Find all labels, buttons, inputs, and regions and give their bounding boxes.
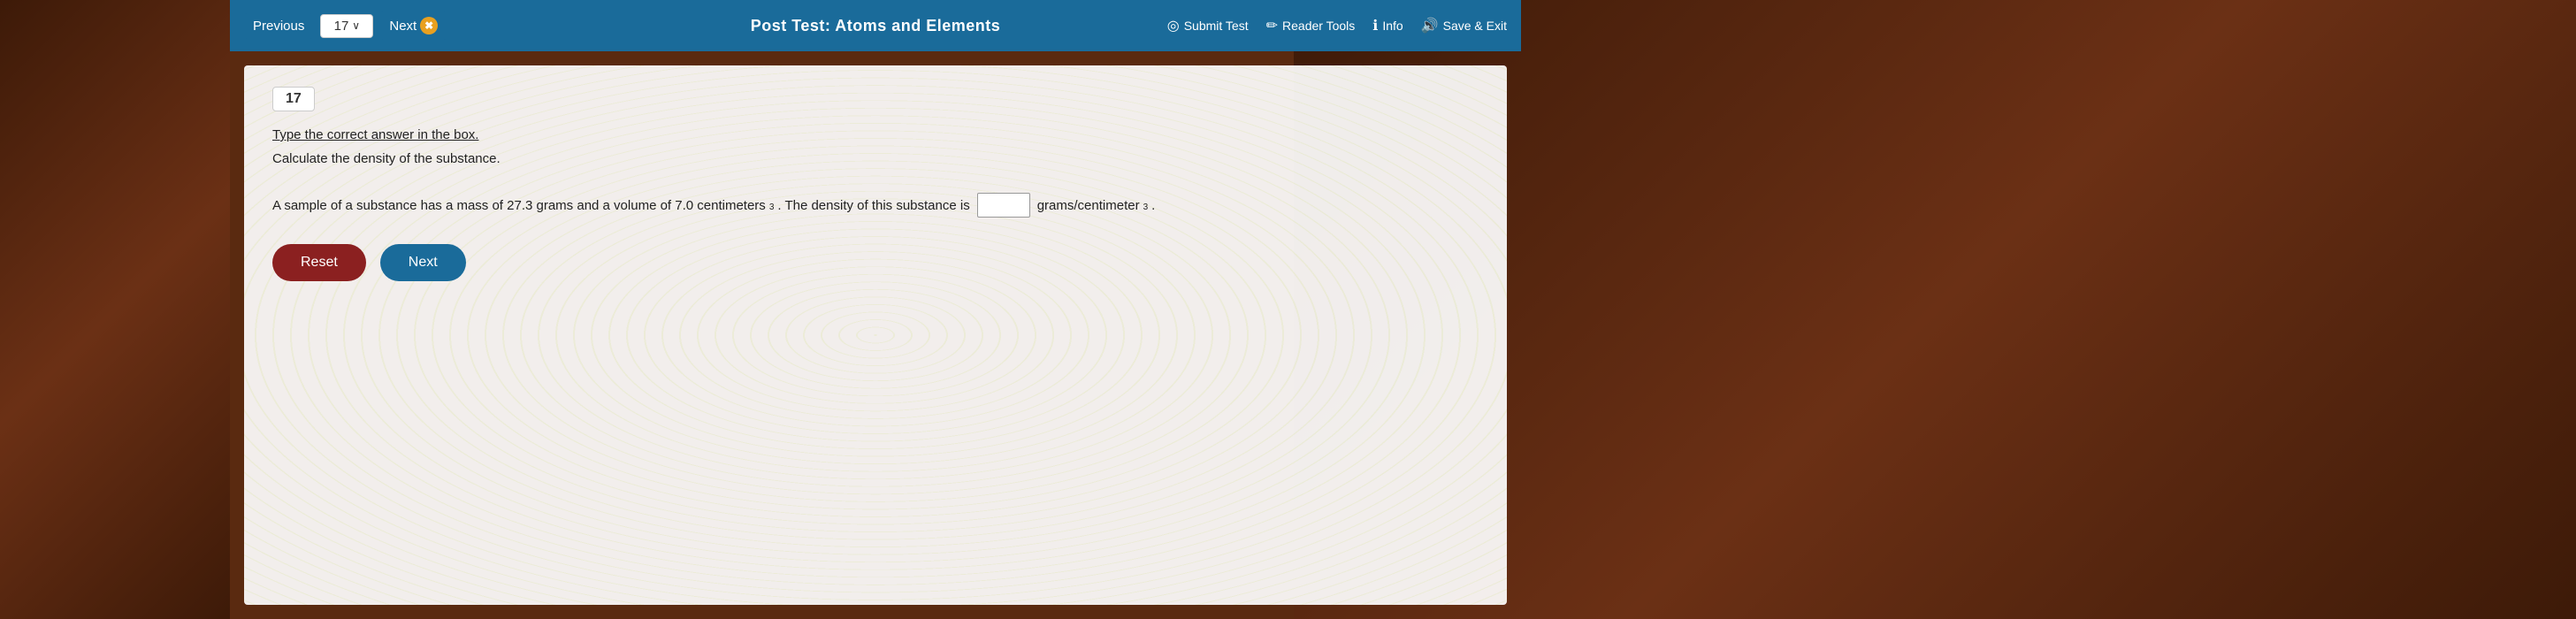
problem-line: A sample of a substance has a mass of 27…: [272, 193, 1479, 218]
info-icon: ℹ: [1372, 17, 1378, 34]
unit-exponent: 3: [1143, 203, 1149, 212]
reset-button[interactable]: Reset: [272, 244, 366, 281]
top-nav: Previous 17 ∨ Next ✖ Post Test: Atoms an…: [230, 0, 1521, 51]
next-icon: ✖: [420, 17, 438, 34]
buttons-row: Reset Next: [272, 244, 1479, 281]
submit-test-label: Submit Test: [1184, 19, 1249, 33]
previous-button[interactable]: Previous: [244, 13, 313, 39]
problem-part1: A sample of a substance has a mass of 27…: [272, 198, 766, 213]
info-button[interactable]: ℹ Info: [1372, 17, 1403, 34]
next-nav-button[interactable]: Next ✖: [380, 11, 447, 40]
answer-input[interactable]: [977, 193, 1030, 218]
content-inner: 17 Type the correct answer in the box. C…: [272, 87, 1479, 281]
nav-right: ◎ Submit Test ✏ Reader Tools ℹ Info 🔊 Sa…: [1167, 17, 1507, 34]
question-description: Calculate the density of the substance.: [272, 151, 1479, 166]
period: .: [1151, 198, 1155, 213]
content-panel: 17 Type the correct answer in the box. C…: [244, 65, 1507, 605]
previous-label: Previous: [253, 19, 304, 34]
nav-left: Previous 17 ∨ Next ✖: [244, 11, 447, 40]
next-button[interactable]: Next: [380, 244, 466, 281]
info-label: Info: [1382, 19, 1403, 33]
question-number-nav: 17 ∨: [320, 14, 373, 38]
question-number-display: 17: [334, 19, 349, 34]
instruction-text: Type the correct answer in the box.: [272, 127, 1479, 142]
reader-tools-button[interactable]: ✏ Reader Tools: [1266, 17, 1356, 34]
chevron-down-icon[interactable]: ∨: [352, 19, 360, 32]
save-exit-button[interactable]: 🔊 Save & Exit: [1421, 17, 1507, 34]
reader-tools-icon: ✏: [1266, 17, 1278, 34]
exponent-3: 3: [769, 203, 775, 212]
test-title: Post Test: Atoms and Elements: [751, 17, 1001, 35]
save-icon: 🔊: [1421, 17, 1439, 34]
main-container: Previous 17 ∨ Next ✖ Post Test: Atoms an…: [230, 0, 1521, 619]
unit-label: grams/centimeter: [1037, 198, 1140, 213]
problem-part2: . The density of this substance is: [777, 198, 969, 213]
left-background: [0, 0, 230, 619]
submit-test-button[interactable]: ◎ Submit Test: [1167, 17, 1249, 34]
save-exit-label: Save & Exit: [1443, 19, 1507, 33]
reader-tools-label: Reader Tools: [1282, 19, 1355, 33]
submit-icon: ◎: [1167, 17, 1180, 34]
next-nav-label: Next: [389, 19, 417, 34]
question-badge: 17: [272, 87, 315, 111]
